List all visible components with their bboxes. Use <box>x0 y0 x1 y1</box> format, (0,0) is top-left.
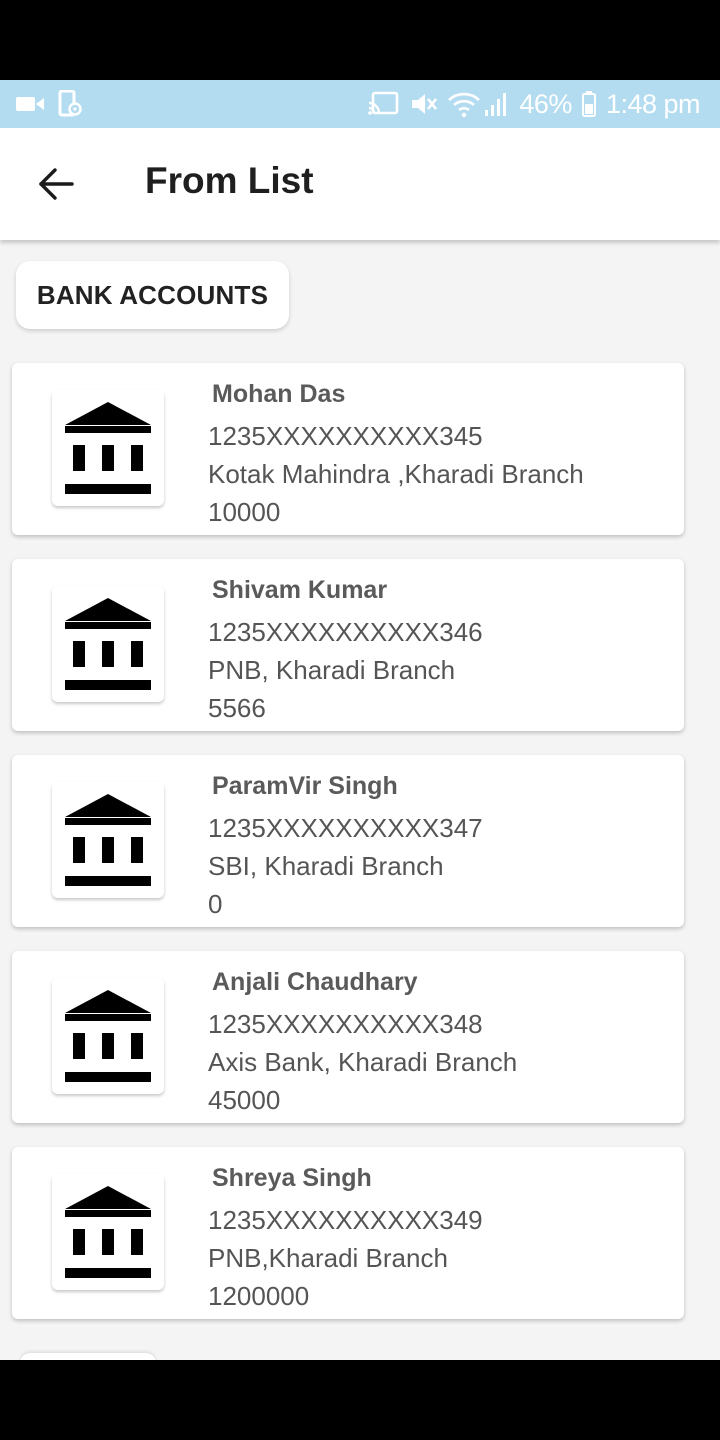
back-button[interactable] <box>24 154 88 214</box>
status-time: 1:48 pm <box>605 88 701 119</box>
account-details: Shreya Singh 1235XXXXXXXXXX349 PNB,Khara… <box>208 1161 483 1315</box>
account-balance: 1200000 <box>208 1281 310 1311</box>
mute-icon <box>412 94 438 114</box>
app-screen: 46% 1:48 pm From List BANK ACCOUNTS Moha… <box>0 80 720 1360</box>
account-holder-name: Shreya Singh <box>212 1164 372 1192</box>
account-number: 1235XXXXXXXXXX345 <box>208 421 483 451</box>
account-details: ParamVir Singh 1235XXXXXXXXXX347 SBI, Kh… <box>208 769 483 923</box>
battery-percentage: 46% <box>519 88 572 119</box>
tab-label: BANK ACCOUNTS <box>36 279 269 310</box>
account-card[interactable]: ParamVir Singh 1235XXXXXXXXXX347 SBI, Kh… <box>12 755 684 927</box>
bank-branch: SBI, Kharadi Branch <box>208 851 444 881</box>
account-balance: 45000 <box>208 1085 281 1115</box>
account-card[interactable]: Shreya Singh 1235XXXXXXXXXX349 PNB,Khara… <box>12 1147 684 1319</box>
account-number: 1235XXXXXXXXXX346 <box>208 617 483 647</box>
bank-icon <box>52 586 164 702</box>
account-balance: 10000 <box>208 497 281 527</box>
bank-branch: Kotak Mahindra ,Kharadi Branch <box>208 459 584 489</box>
account-holder-name: ParamVir Singh <box>212 772 398 800</box>
bank-branch: Axis Bank, Kharadi Branch <box>208 1047 518 1077</box>
account-holder-name: Mohan Das <box>212 380 346 408</box>
bank-icon <box>52 978 164 1094</box>
letterbox-top <box>0 0 720 80</box>
partial-tab-chip[interactable] <box>20 1353 156 1360</box>
status-right-icons: 46% 1:48 pm <box>367 88 701 119</box>
account-card[interactable]: Shivam Kumar 1235XXXXXXXXXX346 PNB, Khar… <box>12 559 684 731</box>
page-title: From List <box>145 160 314 201</box>
account-number: 1235XXXXXXXXXX349 <box>208 1205 483 1235</box>
battery-icon <box>581 91 596 117</box>
wifi-signal-icon <box>448 92 507 118</box>
bank-icon <box>52 1174 164 1290</box>
account-holder-name: Shivam Kumar <box>212 576 388 604</box>
arrow-back-icon <box>39 168 74 200</box>
account-details: Shivam Kumar 1235XXXXXXXXXX346 PNB, Khar… <box>208 573 483 727</box>
letterbox-bottom <box>0 1360 720 1440</box>
status-left-icons <box>16 90 82 118</box>
cast-icon <box>368 91 399 115</box>
account-number: 1235XXXXXXXXXX347 <box>208 813 483 843</box>
bank-branch: PNB, Kharadi Branch <box>208 655 456 685</box>
video-camera-icon <box>16 97 44 111</box>
tab-bank-accounts[interactable]: BANK ACCOUNTS <box>16 261 289 329</box>
status-bar: 46% 1:48 pm <box>0 80 720 128</box>
account-card[interactable]: Anjali Chaudhary 1235XXXXXXXXXX348 Axis … <box>12 951 684 1123</box>
account-details: Mohan Das 1235XXXXXXXXXX345 Kotak Mahind… <box>208 377 584 531</box>
phone-settings-icon <box>58 90 82 117</box>
account-number: 1235XXXXXXXXXX348 <box>208 1009 483 1039</box>
account-card[interactable]: Mohan Das 1235XXXXXXXXXX345 Kotak Mahind… <box>12 363 684 535</box>
account-details: Anjali Chaudhary 1235XXXXXXXXXX348 Axis … <box>208 965 517 1119</box>
account-balance: 0 <box>208 889 223 919</box>
account-list: Mohan Das 1235XXXXXXXXXX345 Kotak Mahind… <box>12 363 684 1343</box>
bank-icon <box>52 390 164 506</box>
bank-branch: PNB,Kharadi Branch <box>208 1243 448 1273</box>
account-balance: 5566 <box>208 693 266 723</box>
bank-icon <box>52 782 164 898</box>
app-bar: From List <box>0 128 720 240</box>
account-holder-name: Anjali Chaudhary <box>212 968 418 996</box>
